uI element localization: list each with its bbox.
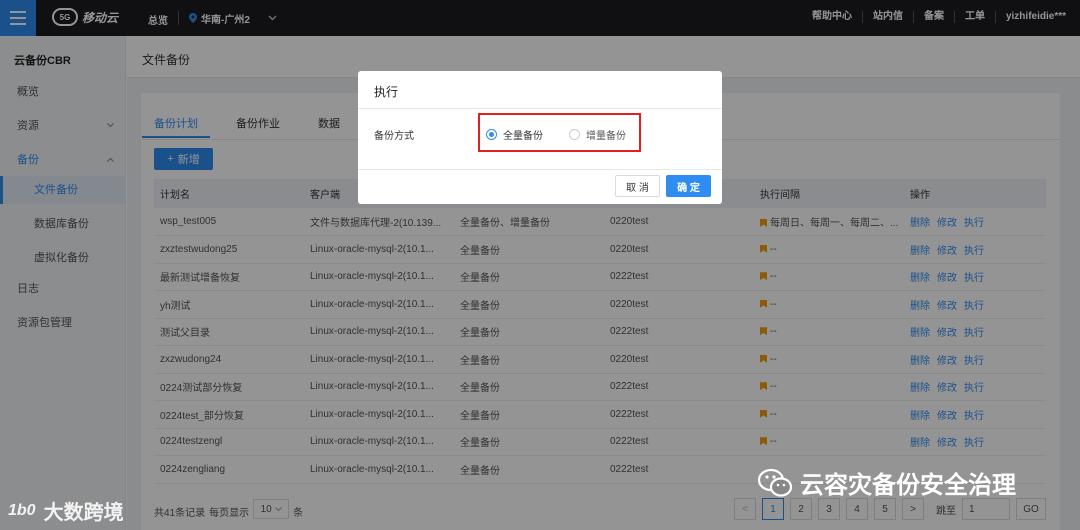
radio-full-backup[interactable]: 全量备份 — [486, 127, 543, 142]
watermark-right-text: 云容灾备份安全治理 — [800, 472, 1016, 499]
dialog-footer-divider — [358, 169, 722, 170]
cancel-button[interactable]: 取 消 — [615, 175, 660, 197]
dialog-divider — [358, 108, 722, 109]
radio-label: 增量备份 — [586, 131, 626, 142]
radio-checked-icon — [486, 129, 497, 140]
radio-label: 全量备份 — [503, 131, 543, 142]
watermark-right: 云容灾备份安全治理 — [758, 465, 1016, 500]
watermark-logo: 1b0 — [8, 501, 36, 519]
watermark-left: 1b0 大数跨境 — [8, 496, 124, 525]
watermark-left-text: 大数跨境 — [43, 502, 124, 524]
dialog-title: 执行 — [374, 85, 399, 99]
backup-method-label: 备份方式 — [374, 131, 414, 142]
confirm-button[interactable]: 确 定 — [666, 175, 711, 197]
execute-dialog: 执行 备份方式 全量备份 增量备份 取 消 确 定 — [358, 71, 722, 204]
wechat-icon — [758, 468, 792, 497]
radio-unchecked-icon — [569, 129, 580, 140]
radio-incremental-backup[interactable]: 增量备份 — [569, 127, 626, 142]
